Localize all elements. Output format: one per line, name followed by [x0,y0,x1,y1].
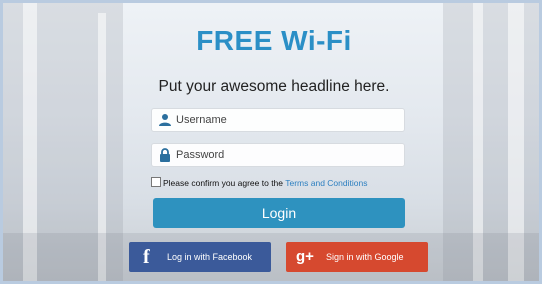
google-login-button[interactable]: g+ Sign in with Google [286,242,428,272]
google-label: Sign in with Google [326,252,404,262]
page-title: FREE Wi-Fi [196,25,352,56]
login-button[interactable]: Login [153,198,405,228]
facebook-login-button[interactable]: f Log in with Facebook [129,242,271,272]
terms-checkbox[interactable] [151,177,161,187]
terms-link[interactable]: Terms and Conditions [285,178,367,188]
username-input[interactable] [176,112,400,128]
password-field[interactable] [151,143,405,167]
terms-row: Please confirm you agree to the Terms an… [151,177,411,191]
captive-portal: FREE Wi-Fi Put your awesome headline her… [0,0,542,284]
facebook-label: Log in with Facebook [167,252,253,262]
headline: Put your awesome headline here. [158,78,390,95]
password-input[interactable] [176,147,400,163]
user-icon [159,114,171,126]
terms-text: Please confirm you agree to the [163,178,286,188]
lock-icon [160,148,170,162]
google-plus-icon: g+ [296,248,314,265]
facebook-icon: f [143,246,150,268]
username-field[interactable] [151,108,405,132]
